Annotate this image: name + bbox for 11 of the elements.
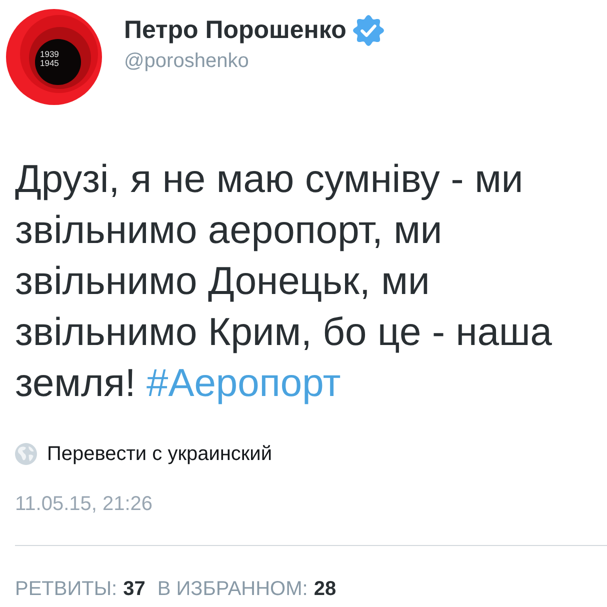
avatar-year: 1939 (40, 49, 59, 59)
avatar-year: 1945 (40, 58, 59, 68)
globe-icon (15, 443, 37, 465)
stat-count: 28 (314, 577, 336, 602)
stat-label: В ИЗБРАННОМ: (157, 577, 308, 602)
tweet-text: Друзі, я не маю сумніву - ми звільнимо аеропорт, ми звільнимо Донецьк, ми звільнимо Крим, бо це - наша земля! #Аеропорт (15, 157, 553, 407)
stat-label: РЕТВИТЫ: (15, 577, 118, 602)
stat-count: 37 (123, 577, 146, 602)
translate-link[interactable]: Перевести с украинский (47, 441, 272, 467)
author-name[interactable]: Петро Порошенко (124, 14, 346, 46)
tweet-timestamp: 11.05.15, 21:26 (15, 492, 154, 517)
